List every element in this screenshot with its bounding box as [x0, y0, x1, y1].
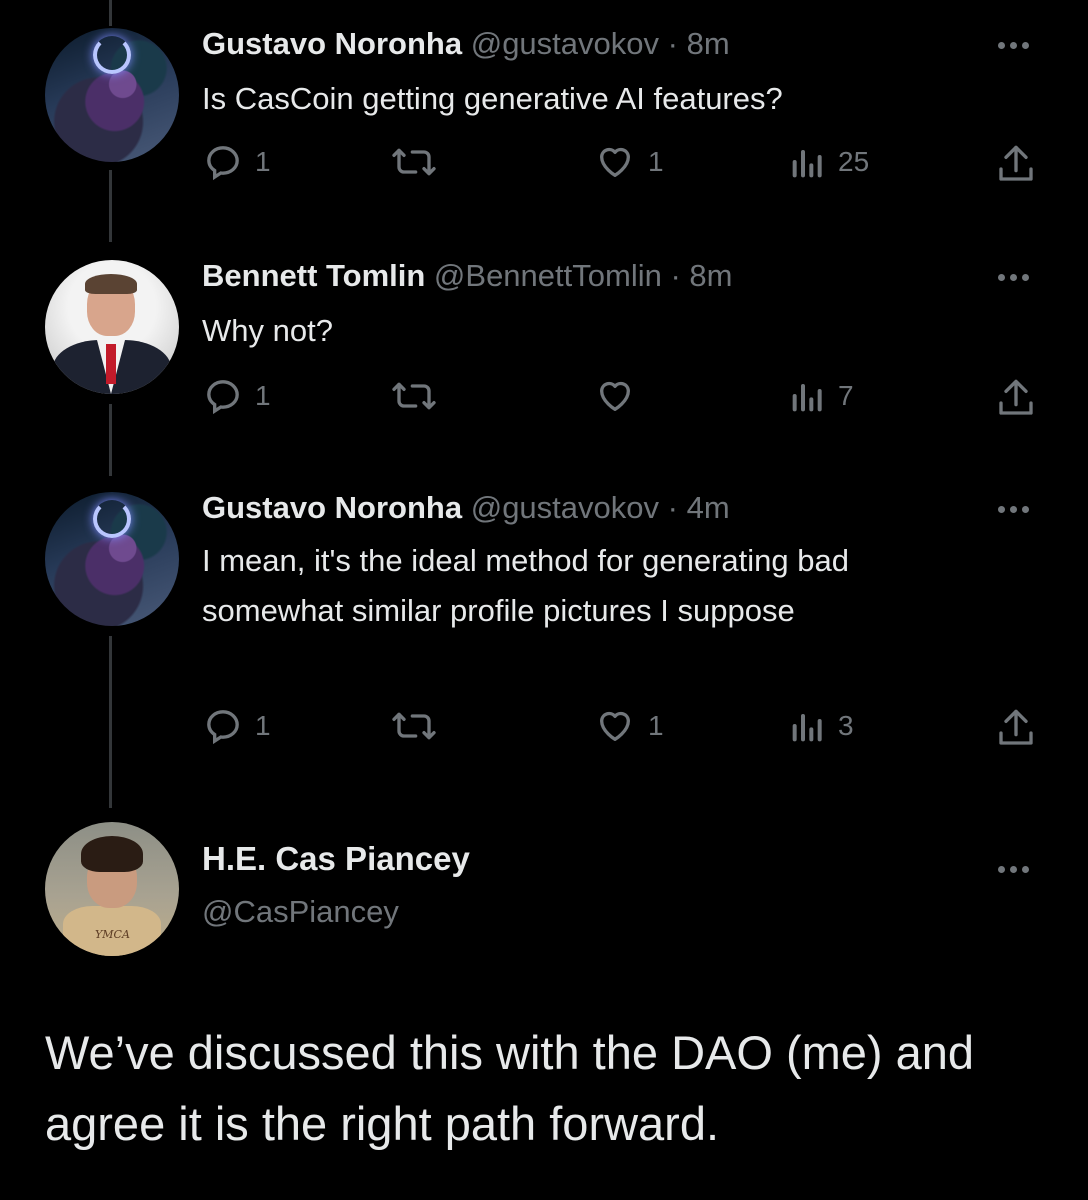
heart-icon — [600, 711, 630, 741]
moon-decoration — [93, 36, 131, 74]
like-count: 1 — [648, 146, 664, 177]
like-count: 1 — [648, 710, 664, 741]
share-icon — [999, 709, 1033, 745]
reply-count: 1 — [255, 146, 271, 177]
avatar[interactable] — [45, 260, 179, 394]
view-count: 3 — [838, 710, 854, 741]
more-button[interactable] — [998, 862, 1042, 876]
retweet-icon — [392, 382, 436, 410]
tweet-text: Is CasCoin getting generative AI feature… — [202, 81, 783, 116]
avatar[interactable] — [45, 28, 179, 162]
timestamp[interactable]: 4m — [687, 490, 730, 525]
reply-count: 1 — [255, 380, 271, 411]
share-button[interactable] — [996, 142, 1036, 186]
view-count: 25 — [838, 146, 870, 177]
author-name[interactable]: Bennett Tomlin — [202, 258, 425, 293]
reply-icon — [207, 146, 239, 181]
more-button[interactable] — [998, 38, 1042, 52]
more-icon — [998, 505, 1005, 513]
author-handle[interactable]: @gustavokov — [471, 26, 659, 61]
views-icon — [792, 714, 822, 742]
views-button[interactable]: 25 — [790, 142, 869, 182]
author-name[interactable]: Gustavo Noronha — [202, 26, 462, 61]
views-button[interactable]: 7 — [790, 376, 854, 416]
heart-icon — [600, 147, 630, 177]
retweet-icon — [392, 148, 436, 176]
tweet-text: Why not? — [202, 313, 333, 348]
more-icon — [998, 865, 1005, 873]
tweet-header: Bennett Tomlin @BennettTomlin · 8m — [202, 258, 733, 294]
reply-button[interactable]: 1 — [203, 142, 271, 182]
tweet-header: Gustavo Noronha @gustavokov · 8m — [202, 26, 730, 62]
share-button[interactable] — [996, 706, 1036, 750]
reply-button[interactable]: 1 — [203, 706, 271, 746]
reply-icon — [207, 380, 239, 415]
thread-line — [109, 0, 112, 26]
tweet-header: Gustavo Noronha @gustavokov · 4m — [202, 490, 730, 526]
timestamp[interactable]: 8m — [689, 258, 732, 293]
author-handle[interactable]: @BennettTomlin — [434, 258, 662, 293]
like-button[interactable] — [594, 376, 636, 416]
separator: · — [667, 26, 678, 61]
avatar[interactable]: YMCA — [45, 822, 179, 956]
author-name[interactable]: Gustavo Noronha — [202, 490, 462, 525]
like-button[interactable]: 1 — [594, 706, 664, 746]
moon-decoration — [93, 500, 131, 538]
thread-line — [109, 636, 112, 808]
author-name[interactable]: H.E. Cas Piancey — [202, 840, 470, 878]
views-icon — [792, 384, 822, 412]
share-button[interactable] — [996, 376, 1036, 420]
views-button[interactable]: 3 — [790, 706, 854, 746]
tweet-text: We’ve discussed this with the DAO (me) a… — [45, 1026, 975, 1150]
reply-count: 1 — [255, 710, 271, 741]
view-count: 7 — [838, 380, 854, 411]
reply-icon — [207, 710, 239, 745]
more-icon — [998, 273, 1005, 281]
timestamp[interactable]: 8m — [687, 26, 730, 61]
separator: · — [667, 490, 678, 525]
reply-button[interactable]: 1 — [203, 376, 271, 416]
more-icon — [998, 41, 1005, 49]
author-handle[interactable]: @CasPiancey — [202, 894, 399, 930]
retweet-icon — [392, 712, 436, 740]
more-button[interactable] — [998, 502, 1042, 516]
tweet-text: I mean, it's the ideal method for genera… — [202, 543, 849, 628]
retweet-button[interactable] — [390, 142, 438, 182]
more-button[interactable] — [998, 270, 1042, 284]
views-icon — [792, 150, 822, 178]
share-icon — [999, 145, 1033, 181]
separator: · — [670, 258, 681, 293]
share-icon — [999, 379, 1033, 415]
thread-line — [109, 404, 112, 476]
heart-icon — [600, 381, 630, 411]
retweet-button[interactable] — [390, 706, 438, 746]
like-button[interactable]: 1 — [594, 142, 664, 182]
author-handle[interactable]: @gustavokov — [471, 490, 659, 525]
jersey-text: YMCA — [95, 928, 130, 941]
thread-line — [109, 170, 112, 242]
retweet-button[interactable] — [390, 376, 438, 416]
avatar[interactable] — [45, 492, 179, 626]
